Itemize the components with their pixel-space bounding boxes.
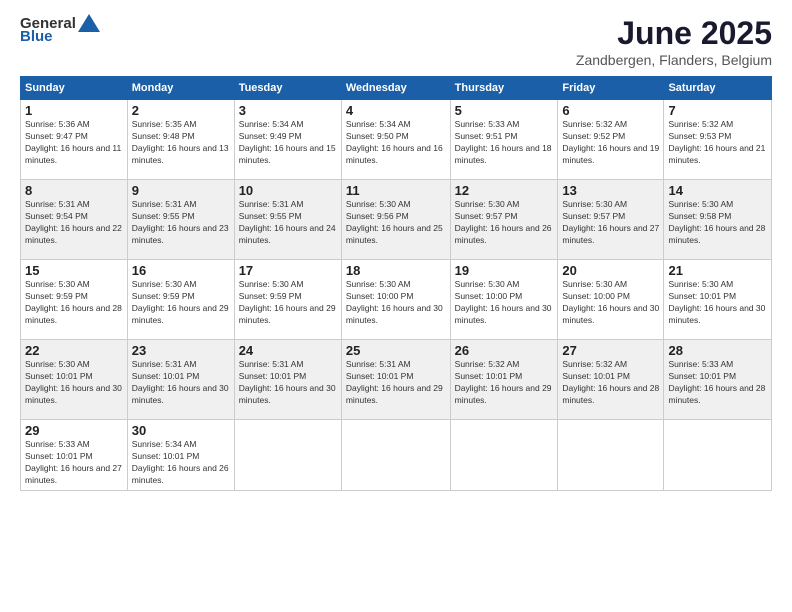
col-monday: Monday (127, 77, 234, 100)
day-21: 21 Sunrise: 5:30 AMSunset: 10:01 PMDayli… (664, 260, 772, 340)
day-18: 18 Sunrise: 5:30 AMSunset: 10:00 PMDayli… (341, 260, 450, 340)
calendar-table: Sunday Monday Tuesday Wednesday Thursday… (20, 76, 772, 491)
day-7: 7 Sunrise: 5:32 AMSunset: 9:53 PMDayligh… (664, 100, 772, 180)
day-26: 26 Sunrise: 5:32 AMSunset: 10:01 PMDayli… (450, 340, 558, 420)
location-title: Zandbergen, Flanders, Belgium (576, 52, 772, 68)
col-tuesday: Tuesday (234, 77, 341, 100)
day-14: 14 Sunrise: 5:30 AMSunset: 9:58 PMDaylig… (664, 180, 772, 260)
empty-cell (341, 420, 450, 491)
day-23: 23 Sunrise: 5:31 AMSunset: 10:01 PMDayli… (127, 340, 234, 420)
day-13: 13 Sunrise: 5:30 AMSunset: 9:57 PMDaylig… (558, 180, 664, 260)
empty-cell (234, 420, 341, 491)
title-area: June 2025 Zandbergen, Flanders, Belgium (576, 15, 772, 68)
day-10: 10 Sunrise: 5:31 AMSunset: 9:55 PMDaylig… (234, 180, 341, 260)
day-25: 25 Sunrise: 5:31 AMSunset: 10:01 PMDayli… (341, 340, 450, 420)
day-24: 24 Sunrise: 5:31 AMSunset: 10:01 PMDayli… (234, 340, 341, 420)
day-30: 30 Sunrise: 5:34 AMSunset: 10:01 PMDayli… (127, 420, 234, 491)
day-2: 2 Sunrise: 5:35 AMSunset: 9:48 PMDayligh… (127, 100, 234, 180)
day-20: 20 Sunrise: 5:30 AMSunset: 10:00 PMDayli… (558, 260, 664, 340)
day-22: 22 Sunrise: 5:30 AMSunset: 10:01 PMDayli… (21, 340, 128, 420)
logo: General Blue (20, 15, 100, 45)
col-saturday: Saturday (664, 77, 772, 100)
col-wednesday: Wednesday (341, 77, 450, 100)
day-4: 4 Sunrise: 5:34 AMSunset: 9:50 PMDayligh… (341, 100, 450, 180)
table-row: 15 Sunrise: 5:30 AMSunset: 9:59 PMDaylig… (21, 260, 772, 340)
header-row: Sunday Monday Tuesday Wednesday Thursday… (21, 77, 772, 100)
day-11: 11 Sunrise: 5:30 AMSunset: 9:56 PMDaylig… (341, 180, 450, 260)
logo-icon (78, 14, 100, 32)
logo-blue-text: Blue (20, 28, 53, 45)
day-1: 1 Sunrise: 5:36 AMSunset: 9:47 PMDayligh… (21, 100, 128, 180)
day-19: 19 Sunrise: 5:30 AMSunset: 10:00 PMDayli… (450, 260, 558, 340)
empty-cell (450, 420, 558, 491)
table-row: 22 Sunrise: 5:30 AMSunset: 10:01 PMDayli… (21, 340, 772, 420)
day-27: 27 Sunrise: 5:32 AMSunset: 10:01 PMDayli… (558, 340, 664, 420)
table-row: 1 Sunrise: 5:36 AMSunset: 9:47 PMDayligh… (21, 100, 772, 180)
table-row: 29 Sunrise: 5:33 AMSunset: 10:01 PMDayli… (21, 420, 772, 491)
header: General Blue June 2025 Zandbergen, Fland… (20, 15, 772, 68)
col-friday: Friday (558, 77, 664, 100)
empty-cell (558, 420, 664, 491)
day-3: 3 Sunrise: 5:34 AMSunset: 9:49 PMDayligh… (234, 100, 341, 180)
col-thursday: Thursday (450, 77, 558, 100)
day-15: 15 Sunrise: 5:30 AMSunset: 9:59 PMDaylig… (21, 260, 128, 340)
day-16: 16 Sunrise: 5:30 AMSunset: 9:59 PMDaylig… (127, 260, 234, 340)
month-title: June 2025 (576, 15, 772, 52)
calendar-page: General Blue June 2025 Zandbergen, Fland… (0, 0, 792, 612)
day-17: 17 Sunrise: 5:30 AMSunset: 9:59 PMDaylig… (234, 260, 341, 340)
day-12: 12 Sunrise: 5:30 AMSunset: 9:57 PMDaylig… (450, 180, 558, 260)
day-29: 29 Sunrise: 5:33 AMSunset: 10:01 PMDayli… (21, 420, 128, 491)
day-8: 8 Sunrise: 5:31 AMSunset: 9:54 PMDayligh… (21, 180, 128, 260)
day-5: 5 Sunrise: 5:33 AMSunset: 9:51 PMDayligh… (450, 100, 558, 180)
day-6: 6 Sunrise: 5:32 AMSunset: 9:52 PMDayligh… (558, 100, 664, 180)
col-sunday: Sunday (21, 77, 128, 100)
table-row: 8 Sunrise: 5:31 AMSunset: 9:54 PMDayligh… (21, 180, 772, 260)
empty-cell (664, 420, 772, 491)
day-28: 28 Sunrise: 5:33 AMSunset: 10:01 PMDayli… (664, 340, 772, 420)
day-9: 9 Sunrise: 5:31 AMSunset: 9:55 PMDayligh… (127, 180, 234, 260)
